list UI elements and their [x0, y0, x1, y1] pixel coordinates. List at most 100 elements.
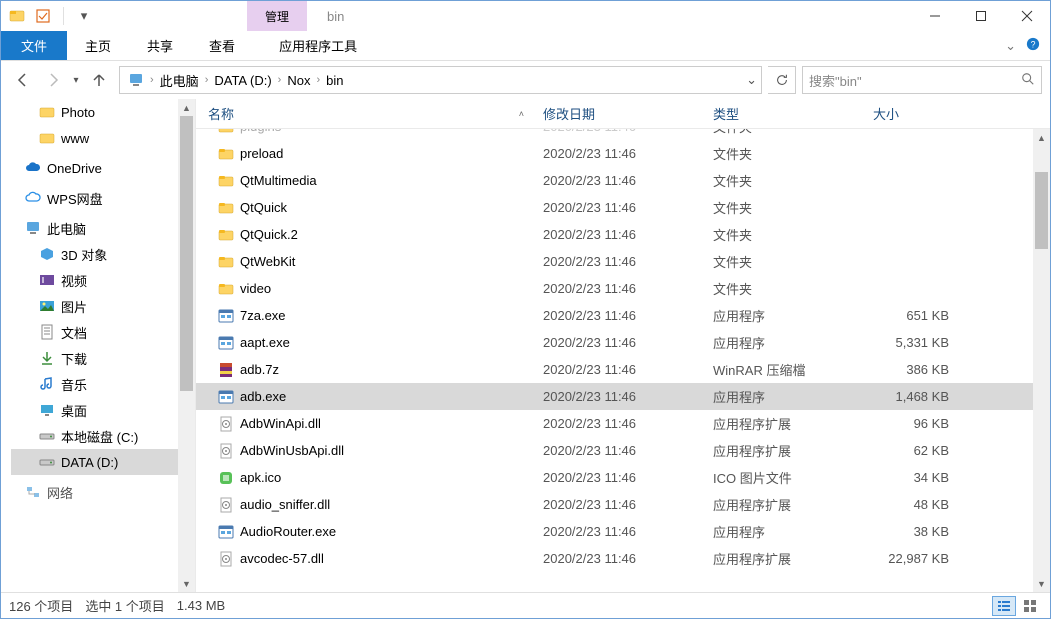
tree-item-photo[interactable]: Photo [11, 99, 195, 125]
search-box[interactable]: 搜索"bin" [802, 66, 1042, 94]
folder-icon [218, 129, 234, 135]
address-dropdown-icon[interactable]: ⌄ [746, 72, 757, 88]
file-row[interactable]: aapt.exe2020/2/23 11:46应用程序5,331 KB [196, 329, 1033, 356]
breadcrumb-item[interactable]: Nox [283, 73, 314, 88]
file-row[interactable]: AudioRouter.exe2020/2/23 11:46应用程序38 KB [196, 518, 1033, 545]
file-row[interactable]: adb.exe2020/2/23 11:46应用程序1,468 KB [196, 383, 1033, 410]
breadcrumb-root-icon[interactable] [124, 72, 148, 88]
file-date: 2020/2/23 11:46 [531, 308, 701, 323]
folder-icon [218, 254, 234, 270]
tree-item-www[interactable]: www [11, 125, 195, 151]
file-name: avcodec-57.dll [240, 551, 324, 566]
properties-icon[interactable] [35, 8, 51, 24]
breadcrumb-item[interactable]: bin [322, 73, 347, 88]
column-name[interactable]: 名称˄ [196, 99, 531, 128]
tree-item-3d-objects[interactable]: 3D 对象 [11, 241, 195, 267]
file-date: 2020/2/23 11:46 [531, 362, 701, 377]
file-name: QtQuick [240, 200, 287, 215]
dll-icon [218, 551, 234, 567]
file-name: plugins [240, 129, 281, 134]
rar-icon [218, 362, 234, 378]
tab-share[interactable]: 共享 [129, 31, 191, 60]
scroll-down-icon[interactable]: ▼ [1033, 575, 1050, 592]
navpane-scrollbar[interactable]: ▲ ▼ [178, 99, 195, 592]
breadcrumb-sep-icon: › [314, 74, 322, 86]
minimize-button[interactable] [912, 1, 958, 31]
tree-item-network[interactable]: 网络 [11, 479, 195, 505]
maximize-button[interactable] [958, 1, 1004, 31]
contextual-tab[interactable]: 管理 [247, 1, 307, 31]
tree-item-downloads[interactable]: 下载 [11, 345, 195, 371]
tree-item-desktop[interactable]: 桌面 [11, 397, 195, 423]
up-button[interactable] [85, 66, 113, 94]
scroll-down-icon[interactable]: ▼ [178, 575, 195, 592]
file-row[interactable]: QtMultimedia2020/2/23 11:46文件夹 [196, 167, 1033, 194]
breadcrumb-item[interactable]: 此电脑 [156, 71, 203, 90]
tab-file[interactable]: 文件 [1, 31, 67, 60]
search-icon[interactable] [1021, 72, 1035, 89]
back-button[interactable] [9, 66, 37, 94]
file-type: 文件夹 [701, 171, 861, 190]
tree-item-wps[interactable]: WPS网盘 [11, 185, 195, 211]
file-row[interactable]: avcodec-57.dll2020/2/23 11:46应用程序扩展22,98… [196, 545, 1033, 572]
details-view-button[interactable] [992, 596, 1016, 616]
column-date[interactable]: 修改日期 [531, 99, 701, 128]
file-row[interactable]: adb.7z2020/2/23 11:46WinRAR 压缩檔386 KB [196, 356, 1033, 383]
column-size[interactable]: 大小 [861, 99, 961, 128]
file-date: 2020/2/23 11:46 [531, 470, 701, 485]
address-bar[interactable]: › 此电脑 › DATA (D:) › Nox › bin ⌄ [119, 66, 762, 94]
downloads-icon [39, 350, 55, 366]
column-type[interactable]: 类型 [701, 99, 861, 128]
thumbnails-view-button[interactable] [1018, 596, 1042, 616]
tab-view[interactable]: 查看 [191, 31, 253, 60]
tree-item-data-d[interactable]: DATA (D:) [11, 449, 195, 475]
recent-locations-button[interactable]: ▾ [69, 66, 83, 94]
window-title: bin [327, 1, 344, 31]
file-row[interactable]: preload2020/2/23 11:46文件夹 [196, 140, 1033, 167]
file-size: 34 KB [861, 470, 961, 485]
file-name: QtWebKit [240, 254, 295, 269]
tree-item-documents[interactable]: 文档 [11, 319, 195, 345]
tree-item-pictures[interactable]: 图片 [11, 293, 195, 319]
file-row[interactable]: AdbWinUsbApi.dll2020/2/23 11:46应用程序扩展62 … [196, 437, 1033, 464]
file-row[interactable]: QtQuick2020/2/23 11:46文件夹 [196, 194, 1033, 221]
file-row[interactable]: AdbWinApi.dll2020/2/23 11:46应用程序扩展96 KB [196, 410, 1033, 437]
file-row[interactable]: video2020/2/23 11:46文件夹 [196, 275, 1033, 302]
desktop-icon [39, 402, 55, 418]
file-row[interactable]: QtQuick.22020/2/23 11:46文件夹 [196, 221, 1033, 248]
exe-icon [218, 308, 234, 324]
file-row[interactable]: QtWebKit2020/2/23 11:46文件夹 [196, 248, 1033, 275]
file-size: 22,987 KB [861, 551, 961, 566]
qat-dropdown-icon[interactable]: ▾ [76, 8, 92, 24]
ribbon-tabs: 文件 主页 共享 查看 应用程序工具 ⌄ ? [1, 31, 1050, 61]
file-row[interactable]: apk.ico2020/2/23 11:46ICO 图片文件34 KB [196, 464, 1033, 491]
help-icon[interactable]: ? [1026, 37, 1040, 54]
tree-item-local-disk-c[interactable]: 本地磁盘 (C:) [11, 423, 195, 449]
file-date: 2020/2/23 11:46 [531, 389, 701, 404]
file-row[interactable]: 7za.exe2020/2/23 11:46应用程序651 KB [196, 302, 1033, 329]
file-row[interactable]: plugins2020/2/23 11:46文件夹 [196, 129, 1033, 140]
scroll-up-icon[interactable]: ▲ [1033, 129, 1050, 146]
breadcrumb-item[interactable]: DATA (D:) [210, 73, 275, 88]
close-button[interactable] [1004, 1, 1050, 31]
tree-item-videos[interactable]: 视频 [11, 267, 195, 293]
file-type: 应用程序扩展 [701, 549, 861, 568]
scroll-up-icon[interactable]: ▲ [178, 99, 195, 116]
filelist-scrollbar[interactable]: ▲ ▼ [1033, 129, 1050, 592]
file-row[interactable]: audio_sniffer.dll2020/2/23 11:46应用程序扩展48… [196, 491, 1033, 518]
tab-app-tools[interactable]: 应用程序工具 [261, 31, 375, 60]
explorer-window: ▾ 管理 bin 文件 主页 共享 查看 应用程序工具 ⌄ ? ▾ [0, 0, 1051, 619]
tree-item-onedrive[interactable]: OneDrive [11, 155, 195, 181]
tree-item-this-pc[interactable]: 此电脑 [11, 215, 195, 241]
file-size: 5,331 KB [861, 335, 961, 350]
tree-item-music[interactable]: 音乐 [11, 371, 195, 397]
tab-home[interactable]: 主页 [67, 31, 129, 60]
file-name: AdbWinUsbApi.dll [240, 443, 344, 458]
file-size: 386 KB [861, 362, 961, 377]
refresh-button[interactable] [768, 66, 796, 94]
file-type: 应用程序 [701, 306, 861, 325]
dll-icon [218, 443, 234, 459]
ribbon-expand-icon[interactable]: ⌄ [1005, 38, 1016, 54]
network-icon [25, 484, 41, 500]
forward-button[interactable] [39, 66, 67, 94]
